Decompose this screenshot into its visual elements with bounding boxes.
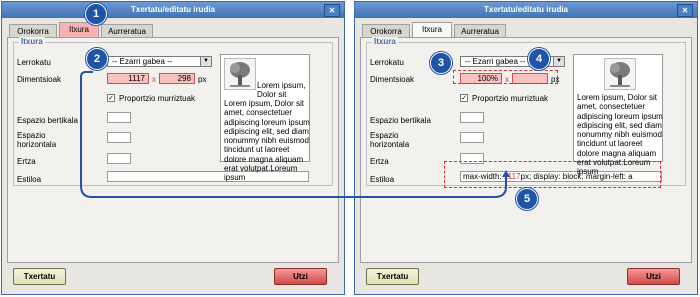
close-button[interactable]: ✕ [324,4,340,17]
dialog-right: Txertatu/editatu irudia ✕ Orokorra Itxur… [354,1,698,295]
align-select[interactable]: -- Ezarri gabea -- ▼ [107,56,212,67]
image-preview: Lorem ipsum, Dolor sit amet, consectetue… [573,54,663,176]
constrain-checkbox[interactable]: ✓ [460,94,468,102]
dialog-title: Txertatu/editatu irudia [355,2,697,18]
hspace-label: Espazio horizontala [370,131,410,149]
align-select-value: -- Ezarri gabea -- [112,57,173,66]
tree-image-icon [604,58,636,90]
dialog-left: Txertatu/editatu irudia ✕ Orokorra Itxur… [1,1,345,295]
preview-text-1: Lorem ipsum, Dolor sit [257,81,306,100]
hspace-input[interactable] [107,132,131,143]
preview-text: Lorem ipsum, Dolor sit amet, consectetue… [224,99,310,183]
align-label: Lerrokatu [17,58,51,67]
step-badge-3: 3 [430,52,452,74]
chevron-down-icon: ▼ [200,57,211,66]
cancel-button[interactable]: Utzi [274,268,327,285]
width-input[interactable]: 1117 [107,73,149,84]
style-highlight-box [444,161,661,188]
step-badge-5: 5 [516,188,538,210]
px-unit: px [198,75,207,84]
tab-general[interactable]: Orokorra [362,24,410,38]
hspace-label: Espazio horizontala [17,131,57,149]
tab-advanced[interactable]: Aurreratua [454,24,506,38]
vspace-input[interactable] [460,112,484,123]
step-badge-4: 4 [528,48,550,70]
border-input[interactable] [107,153,131,164]
tab-panel: Itxura Lerrokatu -- Ezarri gabea -- ▼ Di… [7,37,339,263]
constrain-checkbox[interactable]: ✓ [107,94,115,102]
dialog-title: Txertatu/editatu irudia [2,2,344,18]
cancel-button[interactable]: Utzi [627,268,680,285]
vspace-label: Espazio bertikala [17,116,78,125]
insert-button[interactable]: Txertatu [13,268,66,285]
chevron-down-icon: ▼ [553,57,564,66]
tab-appearance[interactable]: Itxura [412,22,452,38]
image-preview: Lorem ipsum, Dolor sit Lorem ipsum, Dolo… [220,54,310,182]
close-button[interactable]: ✕ [677,4,693,17]
insert-button[interactable]: Txertatu [366,268,419,285]
vspace-input[interactable] [107,112,131,123]
fieldset-legend: Itxura [19,37,45,46]
constrain-label: Proportzio murriztuak [119,94,196,103]
dimensions-label: Dimentsioak [17,75,62,84]
tab-advanced[interactable]: Aurreratua [101,24,153,38]
align-select-value: -- Ezarri gabea -- [465,57,526,66]
step-badge-1: 1 [85,3,107,25]
constrain-label: Proportzio murriztuak [472,94,549,103]
height-input[interactable]: 298 [159,73,195,84]
vspace-label: Espazio bertikala [370,116,431,125]
border-label: Ertza [370,157,389,166]
dims-highlight-box [453,70,558,84]
border-label: Ertza [17,157,36,166]
dimensions-label: Dimentsioak [370,75,415,84]
align-label: Lerrokatu [370,58,404,67]
times-sign: x [152,75,156,84]
style-label: Estiloa [17,175,42,184]
style-label: Estiloa [370,175,395,184]
hspace-input[interactable] [460,132,484,143]
step-badge-2: 2 [86,48,108,70]
fieldset-legend: Itxura [372,37,398,46]
tab-general[interactable]: Orokorra [9,24,57,38]
tree-image-icon [224,58,256,90]
